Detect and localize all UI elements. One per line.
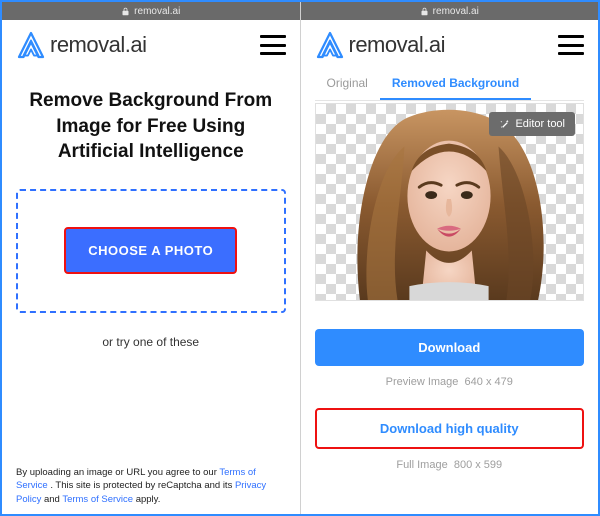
brand-logo[interactable]: removal.ai [16,30,146,60]
page-title: Remove Background From Image for Free Us… [16,88,286,165]
magic-wand-icon [499,119,510,130]
brand-text: removal.ai [50,32,146,58]
url-text: removal.ai [433,6,479,17]
download-high-quality-button[interactable]: Download high quality [315,408,585,449]
result-preview: Editor tool [315,103,585,301]
tab-removed-background[interactable]: Removed Background [380,68,531,100]
menu-button[interactable] [558,35,584,55]
lock-icon [121,7,130,16]
lock-icon [420,7,429,16]
brand-logo[interactable]: removal.ai [315,30,445,60]
download-button[interactable]: Download [315,329,585,366]
or-try-text: or try one of these [16,335,286,349]
status-bar: removal.ai [2,2,300,20]
url-text: removal.ai [134,6,180,17]
logo-icon [16,30,46,60]
tab-original[interactable]: Original [315,68,380,100]
editor-tool-button[interactable]: Editor tool [489,112,575,136]
menu-button[interactable] [260,35,286,55]
sample-images-row[interactable] [16,363,286,397]
result-tabs: Original Removed Background [315,68,585,101]
status-bar: removal.ai [301,2,599,20]
choose-photo-button[interactable]: CHOOSE A PHOTO [64,227,237,274]
legal-text: By uploading an image or URL you agree t… [16,466,286,506]
logo-icon [315,30,345,60]
full-dimensions: Full Image 800 x 599 [315,459,585,471]
preview-dimensions: Preview Image 640 x 479 [315,376,585,388]
brand-text: removal.ai [349,32,445,58]
tos-link-2[interactable]: Terms of Service [62,494,133,505]
upload-dropzone[interactable]: CHOOSE A PHOTO [16,189,286,313]
